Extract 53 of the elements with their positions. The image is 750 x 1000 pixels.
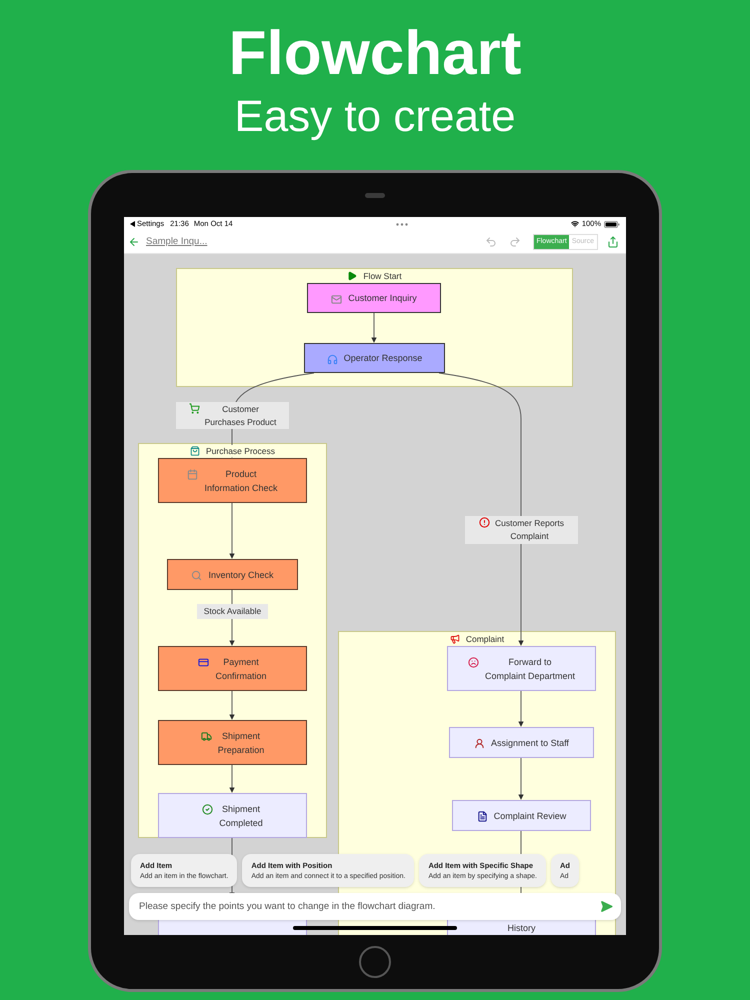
- flowchart-node[interactable]: Shipment Completed: [158, 793, 307, 838]
- connector-arrow: [229, 690, 235, 720]
- flowchart-node[interactable]: Payment Confirmation: [158, 646, 307, 691]
- cart-icon: [188, 403, 200, 414]
- check-circle-icon: [202, 804, 214, 814]
- person-icon: [474, 738, 486, 749]
- group-title: Flow Start: [363, 270, 402, 282]
- share-icon[interactable]: [607, 236, 619, 248]
- send-icon[interactable]: [600, 900, 613, 913]
- document-icon: [476, 811, 488, 822]
- wifi-icon: [570, 220, 579, 228]
- flowchart-node[interactable]: Product Information Check: [158, 458, 307, 503]
- search-icon: [191, 570, 202, 581]
- alert-icon: [479, 517, 490, 528]
- document-title[interactable]: Sample Inqu...: [146, 234, 208, 250]
- edge-label: Stock Available: [197, 604, 268, 619]
- home-button[interactable]: [359, 946, 391, 978]
- flowchart-node[interactable]: Inventory Check: [167, 559, 298, 590]
- connector-arrow: [229, 764, 235, 793]
- mail-icon: [331, 294, 342, 304]
- connector-arrow: [229, 502, 235, 559]
- calendar-icon: [187, 468, 198, 480]
- connector-arrow: [371, 312, 377, 343]
- shopping-bag-icon: [190, 446, 200, 456]
- flowchart-node[interactable]: History: [447, 920, 596, 935]
- megaphone-icon: [450, 634, 460, 644]
- prompt-field[interactable]: Please specify the points you want to change in the flowchart diagram.: [129, 893, 621, 920]
- flowchart-node[interactable]: Forward to Complaint Department: [447, 646, 596, 691]
- redo-icon[interactable]: [509, 236, 522, 248]
- flowchart-node[interactable]: Complaint Review: [452, 800, 591, 831]
- truck-icon: [200, 730, 212, 742]
- battery-icon: [604, 220, 620, 228]
- flowchart-node[interactable]: Customer Inquiry: [307, 283, 441, 313]
- flowchart-node[interactable]: [158, 920, 307, 935]
- flowchart-node[interactable]: Shipment Preparation: [158, 720, 307, 765]
- connector-arrow: [518, 758, 524, 800]
- play-icon: [347, 271, 358, 281]
- flowchart-node[interactable]: Operator Response: [304, 343, 445, 373]
- edge-label: Customer Purchases Product: [176, 402, 289, 429]
- subheadline: Easy to create: [234, 94, 516, 140]
- flowchart-node[interactable]: Assignment to Staff: [449, 727, 594, 758]
- undo-icon[interactable]: [485, 236, 498, 248]
- headline: Flowchart: [228, 22, 522, 86]
- connector-arrow: [518, 690, 524, 727]
- back-arrow-icon[interactable]: [128, 236, 140, 248]
- frown-face-icon: [468, 656, 479, 668]
- group-title: Purchase Process: [206, 444, 275, 458]
- more-dots-icon: [396, 222, 408, 226]
- back-triangle-icon: [130, 221, 135, 227]
- edge-label: Customer Reports Complaint: [465, 516, 578, 544]
- group-title: Complaint: [466, 632, 504, 646]
- headphones-icon: [326, 354, 338, 364]
- credit-card-icon: [198, 656, 210, 668]
